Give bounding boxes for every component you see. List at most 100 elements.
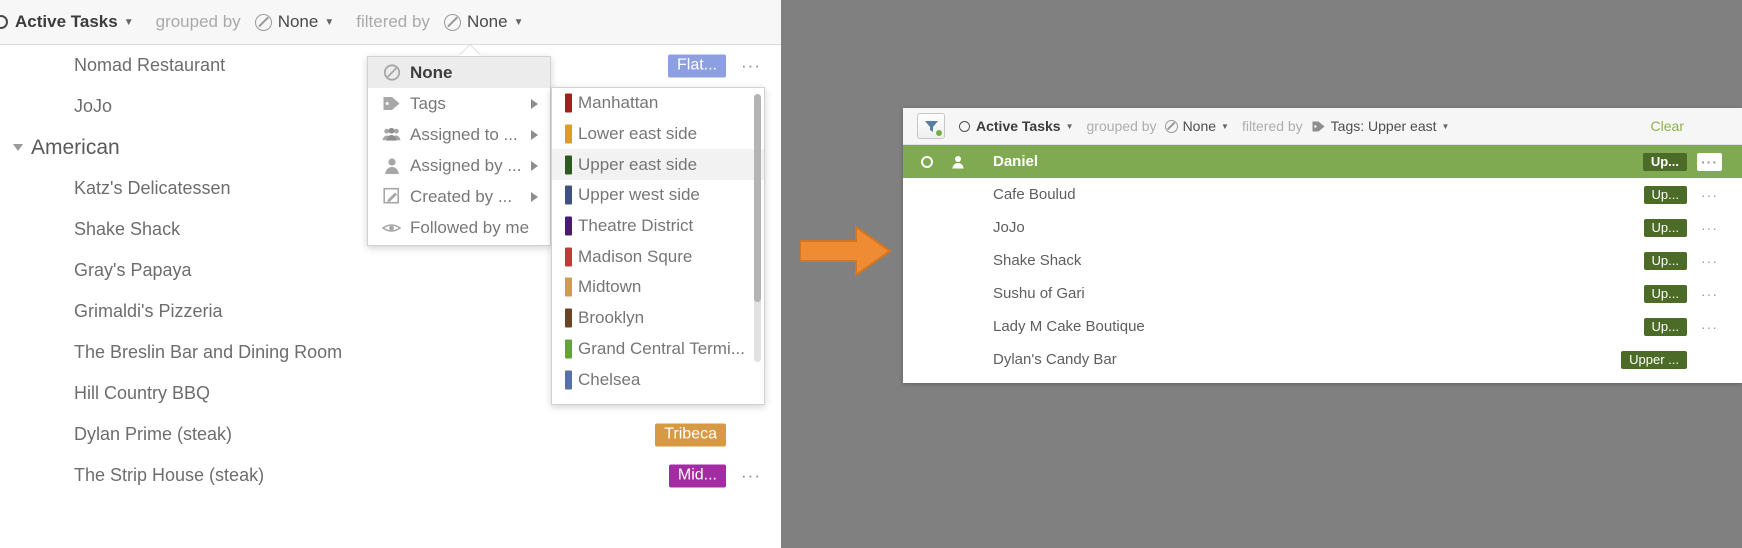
row-overflow-menu-icon[interactable]: ··· — [1697, 152, 1722, 171]
tag-badge[interactable]: Up... — [1642, 152, 1687, 171]
row-overflow-menu-icon[interactable]: ··· — [741, 56, 761, 76]
row-overflow-menu-icon[interactable]: ··· — [741, 466, 761, 486]
tag-badge[interactable]: Mid... — [668, 464, 726, 487]
tag-menu-item-label: Upper east side — [578, 154, 698, 174]
menu-item-label: Followed by me — [410, 217, 530, 237]
filtered-task-label: Sushu of Gari — [993, 285, 1085, 302]
tag-menu-item[interactable]: Brooklyn — [552, 303, 764, 334]
tag-badge[interactable]: Flat... — [667, 54, 726, 77]
filtered-task-label: Cafe Boulud — [993, 186, 1076, 203]
menu-item-assigned-by[interactable]: Assigned by ... — [368, 150, 550, 181]
task-label: Dylan Prime (steak) — [74, 424, 233, 444]
tag-badge[interactable]: Upper ... — [1621, 350, 1687, 369]
chevron-down-icon: ▼ — [1065, 121, 1074, 131]
filtered-task-label: Lady M Cake Boutique — [993, 318, 1145, 335]
filtered-task-label: Shake Shack — [993, 252, 1082, 269]
submenu-scrollbar-thumb[interactable] — [754, 94, 761, 302]
tag-badge[interactable]: Up... — [1643, 185, 1687, 204]
circle-slash-icon — [443, 13, 461, 31]
tag-menu-item-label: Theatre District — [578, 216, 694, 236]
tag-menu-item-label: Midtown — [578, 277, 642, 297]
tag-menu-item-label: Lower east side — [578, 124, 698, 144]
collapse-triangle-icon[interactable] — [13, 143, 23, 151]
menu-item-label: Tags — [410, 93, 446, 113]
group-by-dropdown-menu: None Tags Assigned to ... Assigned by ... Cr… — [367, 56, 551, 246]
task-label: Katz's Delicatessen — [74, 178, 231, 198]
filtered-task-list: Daniel Up... ··· Cafe Boulud Up... ··· JoJo Up.… — [903, 145, 1742, 376]
tag-menu-item[interactable]: Upper west side — [552, 180, 764, 211]
menu-item-followed-by-me[interactable]: Followed by me — [368, 212, 550, 243]
filtered-task-row[interactable]: Dylan's Candy Bar Upper ... — [903, 343, 1742, 376]
person-icon — [382, 156, 401, 175]
task-label: The Breslin Bar and Dining Room — [74, 342, 343, 362]
tag-badge[interactable]: Up... — [1643, 218, 1687, 237]
tags-submenu: Manhattan Lower east side Upper east side U… — [551, 87, 765, 405]
filtered-task-row[interactable]: Sushu of Gari Up... ··· — [903, 277, 1742, 310]
menu-item-none[interactable]: None — [368, 57, 550, 88]
right-filter-by-selector[interactable]: Tags: Upper east ▼ — [1311, 118, 1449, 134]
filtered-task-label: JoJo — [993, 219, 1025, 236]
tag-icon — [382, 94, 401, 113]
filter-by-selector[interactable]: None ▼ — [443, 12, 523, 32]
view-selector-active-tasks[interactable]: Active Tasks ▼ — [15, 12, 134, 32]
row-overflow-menu-icon[interactable]: ··· — [1697, 185, 1722, 204]
right-toolbar: Active Tasks ▼ grouped by None ▼ filtere… — [903, 108, 1742, 145]
tag-menu-item[interactable]: Midtown — [552, 272, 764, 303]
tag-menu-item[interactable]: Chelsea — [552, 364, 764, 395]
tag-menu-item[interactable]: Madison Squre — [552, 241, 764, 272]
tag-color-swatch — [565, 370, 572, 390]
status-circle-icon[interactable] — [921, 155, 933, 168]
right-group-by-selector[interactable]: None ▼ — [1164, 118, 1229, 134]
row-overflow-menu-icon[interactable]: ··· — [1697, 251, 1722, 270]
tag-color-swatch — [565, 308, 572, 328]
clear-filter-link[interactable]: Clear — [1651, 118, 1684, 134]
tag-menu-item[interactable]: Theatre District — [552, 211, 764, 242]
task-label: Gray's Papaya — [74, 260, 192, 280]
tag-menu-item[interactable]: Grand Central Termi... — [552, 334, 764, 365]
row-overflow-menu-icon[interactable]: ··· — [1697, 284, 1722, 303]
menu-item-created-by[interactable]: Created by ... — [368, 181, 550, 212]
tag-badge[interactable]: Up... — [1643, 317, 1687, 336]
task-label: American — [31, 135, 120, 159]
tag-menu-item[interactable]: Lower east side — [552, 119, 764, 150]
right-view-selector[interactable]: Active Tasks ▼ — [976, 118, 1074, 134]
row-overflow-menu-icon[interactable]: ··· — [1697, 317, 1722, 336]
filtered-task-row[interactable]: Lady M Cake Boutique Up... ··· — [903, 310, 1742, 343]
tag-badge[interactable]: Tribeca — [655, 423, 726, 446]
filtered-task-label: Dylan's Candy Bar — [993, 351, 1117, 368]
right-panel: Active Tasks ▼ grouped by None ▼ filtere… — [903, 108, 1742, 383]
task-row[interactable]: The Strip House (steak) Mid... ··· — [0, 455, 781, 496]
tag-menu-item[interactable]: Upper east side — [552, 149, 764, 181]
filtered-by-label: filtered by — [356, 12, 430, 31]
row-overflow-menu-icon[interactable]: ··· — [1697, 218, 1722, 237]
person-icon — [951, 155, 965, 169]
group-by-selector[interactable]: None ▼ — [254, 12, 334, 32]
task-label: Shake Shack — [74, 219, 181, 239]
tag-badge[interactable]: Up... — [1643, 251, 1687, 270]
tag-icon — [1312, 121, 1325, 131]
filtered-task-row[interactable]: Shake Shack Up... ··· — [903, 244, 1742, 277]
filtered-task-row[interactable]: Daniel Up... ··· — [903, 145, 1742, 178]
chevron-down-icon: ▼ — [123, 16, 134, 28]
chevron-down-icon: ▼ — [1221, 121, 1229, 131]
group-icon — [382, 125, 401, 144]
filtered-task-row[interactable]: Cafe Boulud Up... ··· — [903, 178, 1742, 211]
menu-item-tags[interactable]: Tags — [368, 88, 550, 119]
menu-item-assigned-to[interactable]: Assigned to ... — [368, 119, 550, 150]
funnel-filter-button[interactable] — [917, 113, 945, 139]
view-selector-label: Active Tasks — [15, 12, 118, 31]
task-row[interactable]: Dylan Prime (steak) Tribeca — [0, 414, 781, 455]
tag-badge[interactable]: Up... — [1643, 284, 1687, 303]
tag-color-swatch — [565, 339, 572, 359]
submenu-arrow-icon — [531, 98, 538, 109]
tag-menu-item[interactable]: Manhattan — [552, 88, 764, 119]
filtered-task-row[interactable]: JoJo Up... ··· — [903, 211, 1742, 244]
tag-menu-item-label: Madison Squre — [578, 246, 693, 266]
circle-slash-icon — [254, 13, 272, 31]
eye-icon — [382, 218, 401, 237]
tag-color-swatch — [565, 93, 572, 113]
right-group-by-value: None — [1182, 118, 1217, 134]
submenu-arrow-icon — [531, 191, 538, 202]
menu-item-label: None — [410, 62, 453, 82]
task-label: Nomad Restaurant — [74, 55, 226, 75]
